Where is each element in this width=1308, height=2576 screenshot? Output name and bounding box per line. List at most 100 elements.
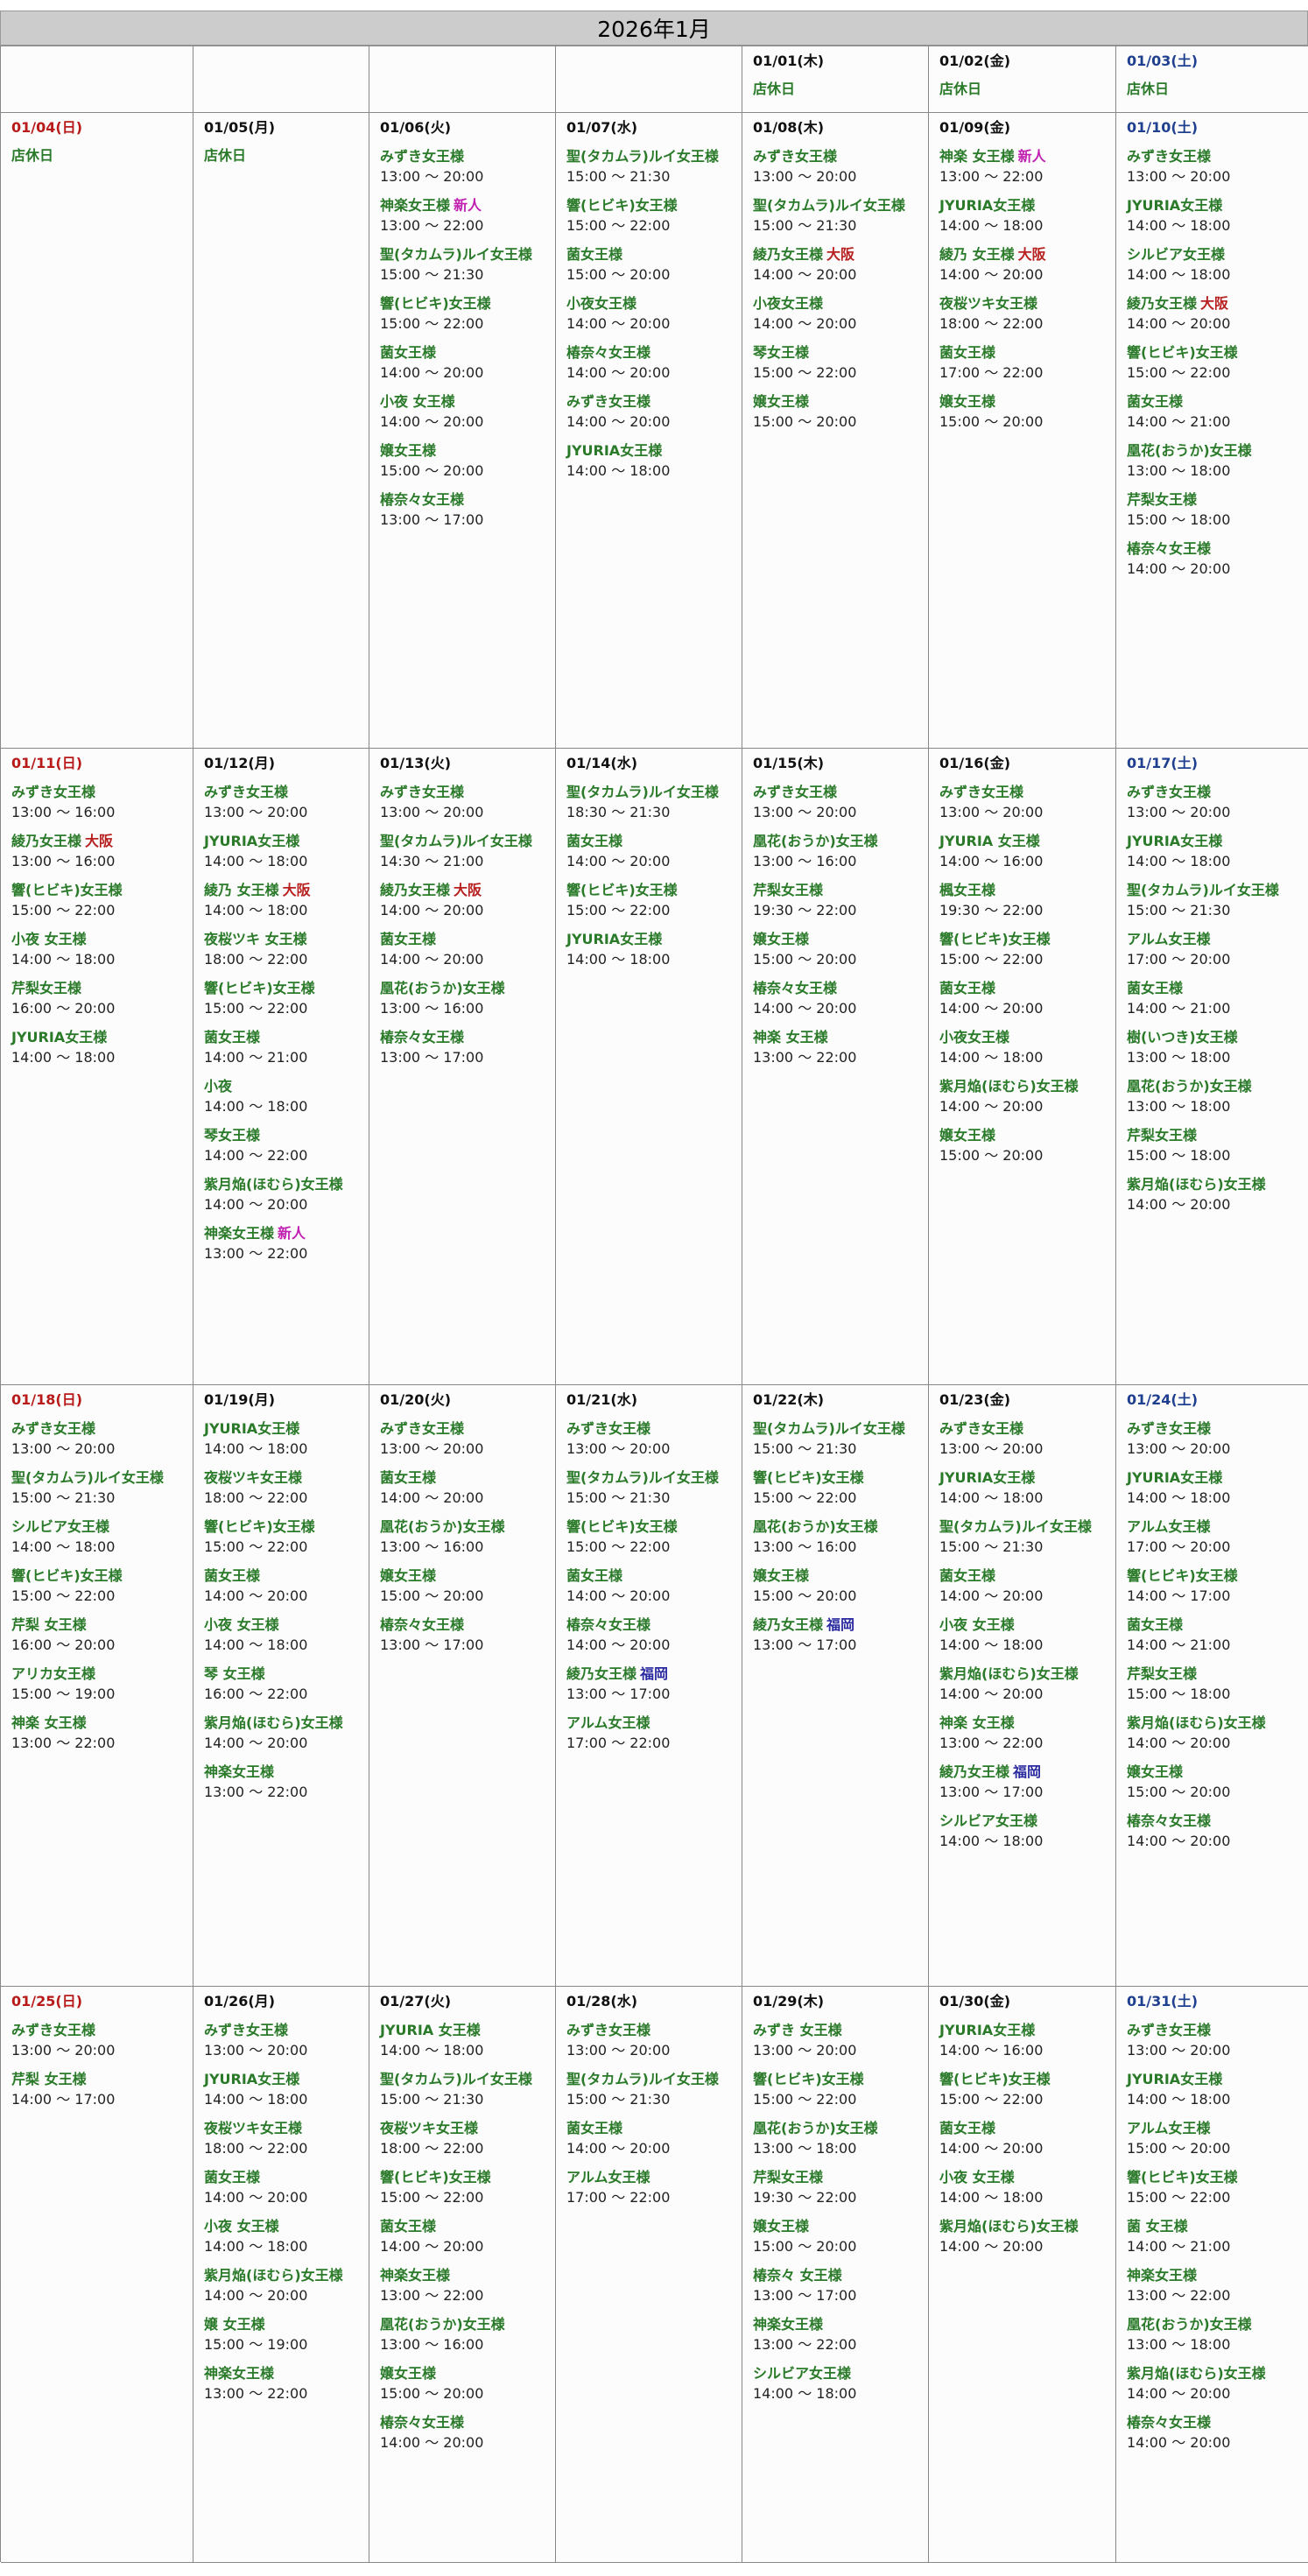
- performer-name: 琴女王様: [204, 1127, 261, 1144]
- performer-line: 聖(タカムラ)ルイ女王様: [11, 1467, 193, 1489]
- shift-time: 14:00 ～ 20:00: [939, 1587, 1044, 1604]
- performer-line: 紫月焔(ほむら)女王様: [939, 2216, 1115, 2237]
- day-cell: [369, 46, 556, 113]
- shift-time: 14:00 ～ 21:00: [1127, 413, 1231, 430]
- shift-time: 17:00 ～ 20:00: [1127, 1538, 1231, 1555]
- performer-line: 菌女王様: [566, 2118, 742, 2139]
- day-date: 01/01(木): [753, 53, 825, 69]
- shift-time: 13:00 ～ 16:00: [753, 1538, 857, 1555]
- shift-time: 14:00 ～ 20:00: [1127, 2385, 1231, 2402]
- shift-entry: 響(ヒビキ)女王様 15:00 ～ 22:00: [939, 929, 1115, 969]
- shift-entry: 夜桜ツキ女王様 18:00 ～ 22:00: [939, 293, 1115, 334]
- shift-entry: 響(ヒビキ)女王様 15:00 ～ 22:00: [1127, 342, 1308, 383]
- performer-name: 響(ヒビキ)女王様: [566, 197, 678, 214]
- performer-line: 聖(タカムラ)ルイ女王様: [939, 1517, 1115, 1538]
- performer-name: 芹梨女王様: [1127, 1665, 1198, 1682]
- shift-entry: 琴女王様 14:00 ～ 22:00: [204, 1125, 369, 1165]
- day-cell: 01/18(日) みずき女王様 13:00 ～ 20:00 聖(タカムラ)ルイ女王様 1…: [1, 1385, 193, 1987]
- shift-time: 15:00 ～ 20:00: [566, 266, 671, 283]
- performer-name: 響(ヒビキ)女王様: [11, 882, 123, 898]
- performer-name: 椿奈々女王様: [1127, 540, 1212, 557]
- performer-name: 夜桜ツキ女王様: [204, 2120, 303, 2136]
- performer-line: 綾乃女王様 福岡: [566, 1664, 742, 1685]
- performer-line: 神楽 女王様: [939, 1713, 1115, 1734]
- performer-name: 小夜女王様: [939, 1029, 1010, 1045]
- shift-entry: 菌女王様 15:00 ～ 20:00: [566, 244, 742, 285]
- performer-line: アルム女王様: [566, 1713, 742, 1734]
- shift-time: 13:00 ～ 22:00: [939, 1735, 1044, 1751]
- performer-line: 響(ヒビキ)女王様: [939, 929, 1115, 950]
- performer-name: JYURIA女王様: [1127, 197, 1223, 214]
- shift-time: 13:00 ～ 16:00: [753, 853, 857, 869]
- shift-entry: みずき女王様 13:00 ～ 20:00: [380, 146, 555, 187]
- day-date: 01/06(火): [380, 119, 452, 136]
- performer-name: 凰花(おうか)女王様: [753, 1518, 878, 1535]
- day-date: 01/04(日): [11, 119, 83, 136]
- shift-entry: 綾乃女王様 福岡 13:00 ～ 17:00: [753, 1615, 928, 1655]
- shift-time: 16:00 ～ 22:00: [204, 1686, 308, 1702]
- shift-entry: 小夜女王様 14:00 ～ 20:00: [753, 293, 928, 334]
- shift-time: 13:00 ～ 16:00: [380, 1538, 484, 1555]
- performer-name: 夜桜ツキ 女王様: [204, 931, 307, 947]
- shift-time: 15:00 ～ 20:00: [753, 1587, 857, 1604]
- performer-name: JYURIA女王様: [566, 442, 663, 459]
- shift-entry: 菌女王様 14:00 ～ 20:00: [939, 978, 1115, 1018]
- performer-name: 樹(いつき)女王様: [1127, 1029, 1238, 1045]
- day-date: 01/13(火): [380, 755, 452, 771]
- shift-time: 14:00 ～ 18:00: [204, 2238, 308, 2255]
- performer-name: 芹梨女王様: [753, 2169, 824, 2185]
- performer-name: 菌 女王様: [1127, 2218, 1188, 2235]
- performer-name: JYURIA女王様: [204, 1420, 300, 1437]
- performer-line: みずき女王様: [753, 146, 928, 167]
- performer-name: アルム女王様: [566, 1714, 650, 1731]
- day-cell: [1, 46, 193, 113]
- performer-line: 響(ヒビキ)女王様: [566, 1517, 742, 1538]
- shift-entry: 神楽女王様 13:00 ～ 22:00: [753, 2314, 928, 2354]
- shift-entry: 神楽 女王様 13:00 ～ 22:00: [939, 1713, 1115, 1753]
- day-cell: [556, 46, 742, 113]
- shift-time: 15:00 ～ 22:00: [204, 1000, 308, 1017]
- shift-entry: 紫月焔(ほむら)女王様 14:00 ～ 20:00: [939, 2216, 1115, 2256]
- shift-time: 18:00 ～ 22:00: [204, 1489, 308, 1506]
- performer-name: 菌女王様: [939, 344, 996, 361]
- performer-line: みずき女王様: [380, 782, 555, 803]
- performer-line: 響(ヒビキ)女王様: [380, 2167, 555, 2188]
- performer-line: 綾乃女王様 福岡: [939, 1762, 1115, 1783]
- shift-entry: 椿奈々女王様 14:00 ～ 20:00: [1127, 2412, 1308, 2453]
- performer-line: 琴 女王様: [204, 1664, 369, 1685]
- shift-entry: 紫月焔(ほむら)女王様 14:00 ～ 20:00: [204, 1713, 369, 1753]
- performer-line: 神楽 女王様 新人: [939, 146, 1115, 167]
- performer-line: 響(ヒビキ)女王様: [204, 978, 369, 999]
- performer-line: 小夜 女王様: [204, 1615, 369, 1636]
- performer-name: 嬢 女王様: [204, 2316, 265, 2333]
- shift-time: 14:00 ～ 20:00: [204, 1587, 308, 1604]
- shift-entry: みずき女王様 13:00 ～ 20:00: [11, 2020, 193, 2060]
- performer-line: 小夜女王様: [566, 293, 742, 314]
- performer-name: JYURIA女王様: [939, 2022, 1036, 2038]
- performer-name: 響(ヒビキ)女王様: [566, 1518, 678, 1535]
- performer-line: 椿奈々 女王様: [753, 2265, 928, 2286]
- shift-time: 14:00 ～ 18:00: [566, 462, 671, 479]
- shift-entry: 神楽女王様 新人 13:00 ～ 22:00: [380, 195, 555, 236]
- performer-name: 凰花(おうか)女王様: [753, 833, 878, 849]
- shift-entry: 嬢女王様 15:00 ～ 20:00: [753, 2216, 928, 2256]
- shift-time: 15:00 ～ 21:30: [566, 168, 671, 185]
- performer-name: 聖(タカムラ)ルイ女王様: [566, 1469, 719, 1486]
- shift-entry: 紫月焔(ほむら)女王様 14:00 ～ 20:00: [1127, 1713, 1308, 1753]
- performer-name: 菌女王様: [566, 2120, 623, 2136]
- shift-entry: 嬢女王様 15:00 ～ 20:00: [380, 2363, 555, 2404]
- shift-entry: 小夜 女王様 14:00 ～ 18:00: [204, 1615, 369, 1655]
- shift-tag: 大阪: [1017, 246, 1046, 263]
- performer-line: 菌女王様: [204, 2167, 369, 2188]
- performer-line: 楓女王様: [939, 880, 1115, 901]
- performer-line: 嬢女王様: [939, 1125, 1115, 1146]
- performer-line: 嬢女王様: [1127, 1762, 1308, 1783]
- shift-time: 15:00 ～ 22:00: [11, 902, 116, 918]
- performer-name: 芹梨女王様: [11, 980, 82, 996]
- shift-entry: 凰花(おうか)女王様 13:00 ～ 16:00: [753, 831, 928, 871]
- shift-time: 14:00 ～ 16:00: [939, 853, 1044, 869]
- performer-line: みずき女王様: [1127, 2020, 1308, 2041]
- performer-name: みずき女王様: [204, 2022, 289, 2038]
- day-date: 01/31(土): [1127, 1993, 1199, 2009]
- performer-line: 椿奈々女王様: [380, 1027, 555, 1048]
